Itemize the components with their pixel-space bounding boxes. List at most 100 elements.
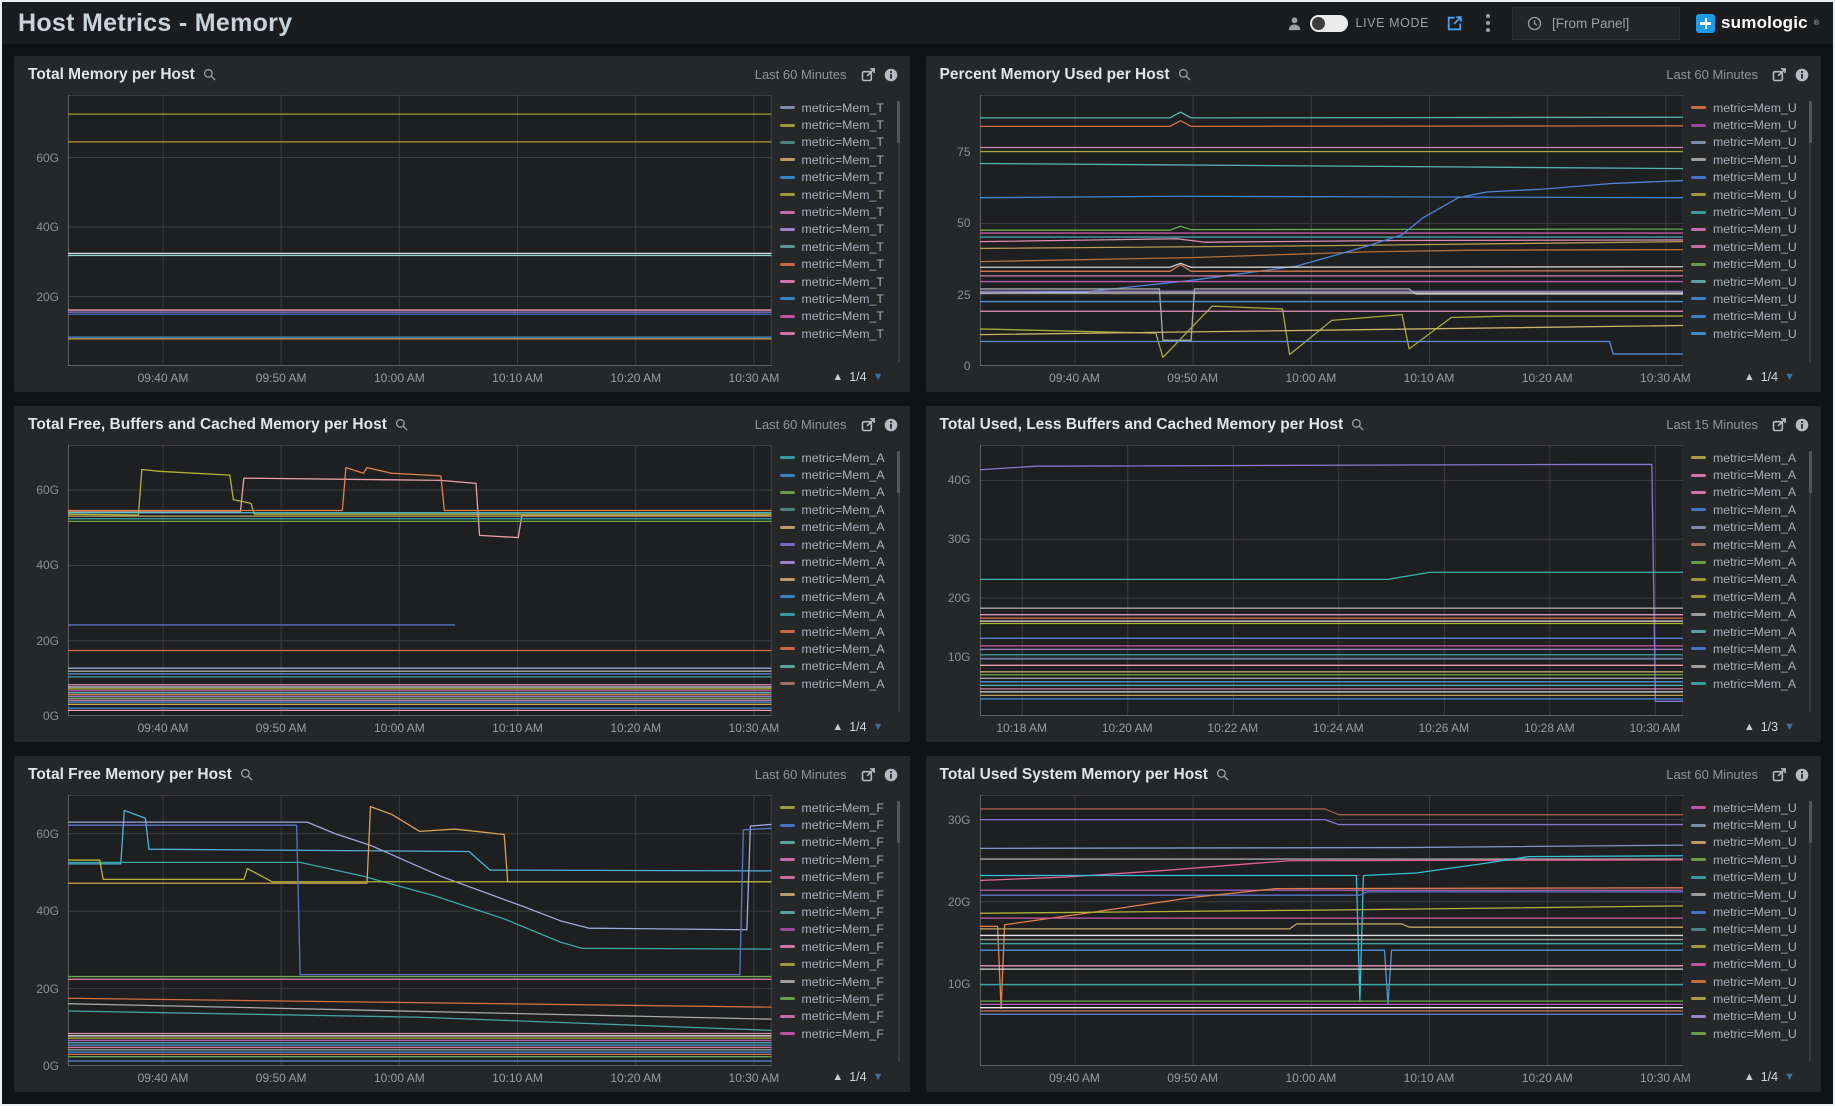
legend-item[interactable]: metric=Mem_U [1691,921,1805,938]
legend-item[interactable]: metric=Mem_A [780,466,894,483]
info-icon[interactable] [1795,68,1809,82]
legend-item[interactable]: metric=Mem_U [1691,1025,1805,1042]
legend-item[interactable]: metric=Mem_T [780,99,894,116]
legend-item[interactable]: metric=Mem_F [780,938,894,955]
copy-panel-icon[interactable] [1772,417,1787,432]
legend-item[interactable]: metric=Mem_T [780,238,894,255]
legend-item[interactable]: metric=Mem_T [780,203,894,220]
copy-panel-icon[interactable] [1772,767,1787,782]
legend-scrollbar-thumb[interactable] [1809,451,1812,493]
legend-item[interactable]: metric=Mem_A [1691,536,1805,553]
legend-item[interactable]: metric=Mem_F [780,903,894,920]
legend-item[interactable]: metric=Mem_U [1691,134,1805,151]
page-up-icon[interactable]: ▲ [1744,371,1755,383]
legend-item[interactable]: metric=Mem_U [1691,938,1805,955]
legend-item[interactable]: metric=Mem_A [1691,658,1805,675]
legend-item[interactable]: metric=Mem_U [1691,308,1805,325]
page-down-icon[interactable]: ▼ [873,721,884,733]
legend-item[interactable]: metric=Mem_U [1691,203,1805,220]
zoom-icon[interactable] [203,68,216,81]
legend-item[interactable]: metric=Mem_U [1691,273,1805,290]
legend-item[interactable]: metric=Mem_F [780,1008,894,1025]
legend-item[interactable]: metric=Mem_F [780,973,894,990]
legend-item[interactable]: metric=Mem_F [780,816,894,833]
legend-item[interactable]: metric=Mem_A [780,519,894,536]
page-up-icon[interactable]: ▲ [832,371,843,383]
legend-item[interactable]: metric=Mem_T [780,256,894,273]
legend-item[interactable]: metric=Mem_T [780,325,894,342]
legend-item[interactable]: metric=Mem_T [780,290,894,307]
page-down-icon[interactable]: ▼ [873,371,884,383]
page-down-icon[interactable]: ▼ [1784,1071,1795,1083]
legend-item[interactable]: metric=Mem_U [1691,956,1805,973]
legend-item[interactable]: metric=Mem_A [1691,588,1805,605]
legend-item[interactable]: metric=Mem_A [780,588,894,605]
legend-item[interactable]: metric=Mem_U [1691,151,1805,168]
page-up-icon[interactable]: ▲ [1744,1071,1755,1083]
legend-item[interactable]: metric=Mem_F [780,834,894,851]
legend-item[interactable]: metric=Mem_U [1691,816,1805,833]
zoom-icon[interactable] [395,418,408,431]
legend-item[interactable]: metric=Mem_T [780,116,894,133]
legend-item[interactable]: metric=Mem_U [1691,186,1805,203]
info-icon[interactable] [884,768,898,782]
live-mode-toggle[interactable] [1310,15,1348,32]
legend-item[interactable]: metric=Mem_U [1691,869,1805,886]
legend-scrollbar-thumb[interactable] [1809,101,1812,143]
legend-scrollbar-thumb[interactable] [897,101,900,143]
copy-panel-icon[interactable] [861,67,876,82]
legend-item[interactable]: metric=Mem_U [1691,325,1805,342]
zoom-icon[interactable] [1351,418,1364,431]
legend-item[interactable]: metric=Mem_A [1691,449,1805,466]
chart-plot[interactable] [68,445,772,716]
info-icon[interactable] [884,418,898,432]
legend-item[interactable]: metric=Mem_A [1691,606,1805,623]
legend-item[interactable]: metric=Mem_A [1691,501,1805,518]
legend-item[interactable]: metric=Mem_U [1691,1008,1805,1025]
legend-item[interactable]: metric=Mem_A [780,658,894,675]
info-icon[interactable] [1795,768,1809,782]
legend-item[interactable]: metric=Mem_U [1691,290,1805,307]
legend-item[interactable]: metric=Mem_A [780,536,894,553]
info-icon[interactable] [884,68,898,82]
info-icon[interactable] [1795,418,1809,432]
legend-item[interactable]: metric=Mem_A [1691,571,1805,588]
page-down-icon[interactable]: ▼ [873,1071,884,1083]
legend-item[interactable]: metric=Mem_U [1691,886,1805,903]
page-down-icon[interactable]: ▼ [1784,721,1795,733]
legend-item[interactable]: metric=Mem_A [1691,623,1805,640]
legend-item[interactable]: metric=Mem_A [780,484,894,501]
legend-item[interactable]: metric=Mem_A [780,553,894,570]
copy-panel-icon[interactable] [1772,67,1787,82]
legend-item[interactable]: metric=Mem_T [780,273,894,290]
zoom-icon[interactable] [240,768,253,781]
legend-item[interactable]: metric=Mem_F [780,1025,894,1042]
copy-panel-icon[interactable] [861,417,876,432]
legend-item[interactable]: metric=Mem_F [780,956,894,973]
page-up-icon[interactable]: ▲ [1744,721,1755,733]
legend-item[interactable]: metric=Mem_F [780,990,894,1007]
legend-item[interactable]: metric=Mem_U [1691,99,1805,116]
legend-item[interactable]: metric=Mem_A [780,606,894,623]
legend-item[interactable]: metric=Mem_A [1691,640,1805,657]
legend-item[interactable]: metric=Mem_U [1691,973,1805,990]
legend-item[interactable]: metric=Mem_T [780,308,894,325]
copy-panel-icon[interactable] [861,767,876,782]
legend-item[interactable]: metric=Mem_F [780,921,894,938]
legend-item[interactable]: metric=Mem_T [780,221,894,238]
chart-plot[interactable] [980,445,1684,716]
legend-item[interactable]: metric=Mem_A [1691,466,1805,483]
time-range-input[interactable]: [From Panel] [1512,7,1680,40]
legend-item[interactable]: metric=Mem_U [1691,169,1805,186]
zoom-icon[interactable] [1216,768,1229,781]
legend-item[interactable]: metric=Mem_A [780,571,894,588]
legend-item[interactable]: metric=Mem_T [780,169,894,186]
legend-item[interactable]: metric=Mem_U [1691,256,1805,273]
legend-item[interactable]: metric=Mem_A [780,675,894,692]
legend-item[interactable]: metric=Mem_U [1691,116,1805,133]
legend-item[interactable]: metric=Mem_A [780,501,894,518]
legend-item[interactable]: metric=Mem_A [1691,484,1805,501]
legend-item[interactable]: metric=Mem_U [1691,221,1805,238]
chart-plot[interactable] [980,95,1684,366]
chart-plot[interactable] [68,95,772,366]
